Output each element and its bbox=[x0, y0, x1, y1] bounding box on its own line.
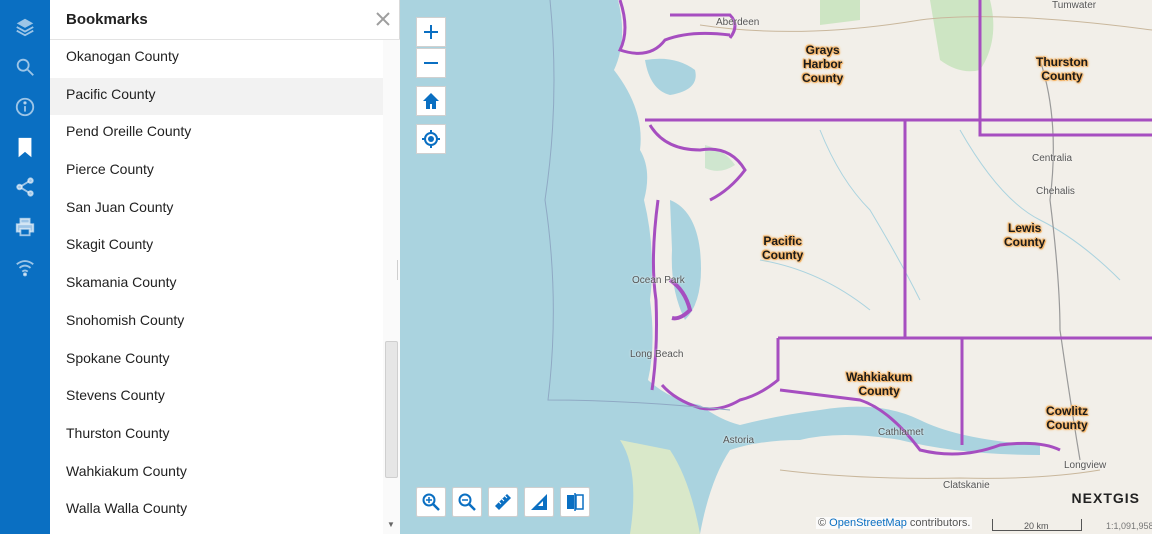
print-icon bbox=[15, 217, 35, 237]
area-ruler-icon bbox=[531, 494, 547, 510]
scrollbar-thumb[interactable] bbox=[385, 341, 398, 478]
layers-icon bbox=[16, 18, 34, 37]
scroll-down-arrow-icon[interactable]: ▼ bbox=[386, 520, 396, 530]
close-panel-button[interactable] bbox=[374, 10, 392, 28]
bookmark-item[interactable]: Okanogan County bbox=[50, 40, 383, 78]
bookmark-item[interactable]: Stevens County bbox=[50, 379, 383, 417]
county-label-grays-harbor: Grays Harbor County bbox=[802, 43, 844, 85]
zoom-out-icon bbox=[458, 493, 476, 511]
layers-button[interactable] bbox=[0, 8, 50, 46]
bookmark-item[interactable]: Skamania County bbox=[50, 266, 383, 304]
share-button[interactable] bbox=[0, 168, 50, 206]
info-button[interactable] bbox=[0, 88, 50, 126]
plus-icon bbox=[424, 25, 438, 39]
bookmark-item[interactable]: Thurston County bbox=[50, 417, 383, 455]
zoom-out-button[interactable] bbox=[416, 48, 446, 78]
search-button[interactable] bbox=[0, 48, 50, 86]
scrollbar-track-mark bbox=[397, 260, 398, 280]
bookmark-list: Okanogan County Pacific County Pend Oreill… bbox=[50, 40, 383, 534]
home-icon bbox=[423, 93, 439, 109]
bookmarks-button[interactable] bbox=[0, 128, 50, 166]
place-label-clatskanie: Clatskanie bbox=[943, 480, 990, 491]
measure-area-button[interactable] bbox=[524, 487, 554, 517]
county-label-thurston: Thurston County bbox=[1036, 55, 1088, 83]
bookmark-item[interactable]: Pend Oreille County bbox=[50, 115, 383, 153]
bookmarks-panel: Bookmarks Okanogan County Pacific County P… bbox=[50, 0, 400, 534]
share-icon bbox=[16, 177, 34, 197]
map-view[interactable]: Grays Harbor County Thurston County Pacific… bbox=[400, 0, 1152, 534]
bookmark-icon bbox=[18, 137, 32, 158]
minus-icon bbox=[424, 62, 438, 64]
scale-text: 20 km bbox=[1024, 521, 1049, 531]
info-icon bbox=[15, 97, 35, 117]
attribution-suffix: contributors. bbox=[909, 517, 971, 529]
osm-link[interactable]: OpenStreetMap bbox=[829, 517, 907, 529]
place-label-tumwater: Tumwater bbox=[1052, 0, 1097, 11]
attribution-prefix: © bbox=[818, 517, 827, 529]
scale-ratio: 1:1,091,958 bbox=[1106, 521, 1152, 531]
search-icon bbox=[16, 58, 34, 76]
place-label-astoria: Astoria bbox=[723, 435, 755, 446]
close-icon bbox=[376, 12, 390, 26]
zoom-in-button[interactable] bbox=[416, 17, 446, 47]
map-attribution: © OpenStreetMap contributors. bbox=[816, 517, 973, 529]
bookmark-item[interactable]: San Juan County bbox=[50, 191, 383, 229]
wifi-button[interactable] bbox=[0, 248, 50, 286]
locate-button[interactable] bbox=[416, 124, 446, 154]
bookmark-item[interactable]: Walla Walla County bbox=[50, 492, 383, 530]
ruler-icon bbox=[495, 494, 511, 510]
county-label-cowlitz: Cowlitz County bbox=[1046, 404, 1088, 432]
compare-icon bbox=[567, 493, 584, 511]
panel-header: Bookmarks bbox=[50, 0, 400, 40]
place-label-cathlamet: Cathlamet bbox=[878, 427, 924, 438]
sidebar-rail bbox=[0, 0, 50, 534]
bookmark-item[interactable]: Spokane County bbox=[50, 342, 383, 380]
place-label-aberdeen: Aberdeen bbox=[716, 17, 760, 28]
place-label-chehalis: Chehalis bbox=[1036, 186, 1075, 197]
place-label-centralia: Centralia bbox=[1032, 153, 1073, 164]
print-button[interactable] bbox=[0, 208, 50, 246]
bookmark-item[interactable]: Pierce County bbox=[50, 153, 383, 191]
bookmark-item[interactable]: Pacific County bbox=[50, 77, 383, 116]
zoom-in-tool-button[interactable] bbox=[416, 487, 446, 517]
county-label-lewis: Lewis County bbox=[1004, 221, 1046, 249]
zoom-in-icon bbox=[422, 493, 440, 511]
measure-distance-button[interactable] bbox=[488, 487, 518, 517]
app-root: Bookmarks Okanogan County Pacific County P… bbox=[0, 0, 1152, 534]
place-label-longview: Longview bbox=[1064, 460, 1107, 471]
county-label-wahkiakum: Wahkiakum County bbox=[846, 370, 913, 398]
bookmark-item[interactable]: Wahkiakum County bbox=[50, 455, 383, 493]
nextgis-logo: NEXTGIS bbox=[1071, 490, 1140, 506]
wifi-icon bbox=[16, 260, 34, 277]
place-label-ocean-park: Ocean Park bbox=[632, 275, 685, 286]
place-label-long-beach: Long Beach bbox=[630, 349, 684, 360]
bookmark-item[interactable]: Snohomish County bbox=[50, 304, 383, 342]
swipe-compare-button[interactable] bbox=[560, 487, 590, 517]
locate-icon bbox=[422, 130, 440, 148]
home-button[interactable] bbox=[416, 86, 446, 116]
county-label-pacific: Pacific County bbox=[762, 234, 804, 262]
panel-title: Bookmarks bbox=[66, 11, 148, 28]
bookmark-item[interactable]: Skagit County bbox=[50, 228, 383, 266]
zoom-out-tool-button[interactable] bbox=[452, 487, 482, 517]
